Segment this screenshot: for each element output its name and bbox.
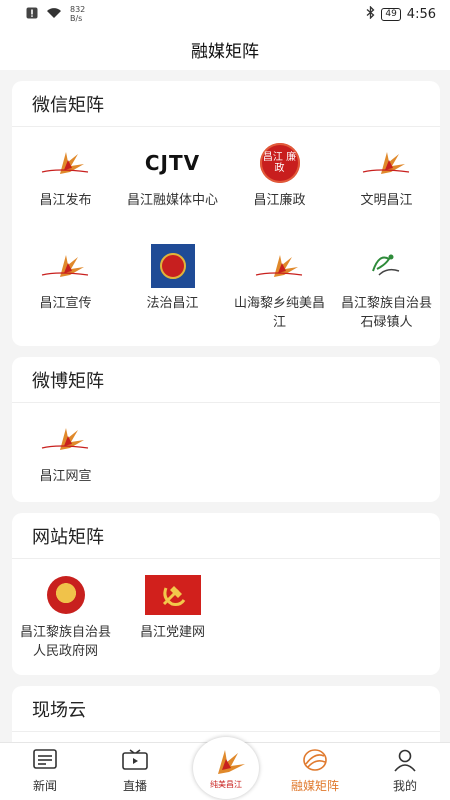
matrix-item-gov-website[interactable]: 昌江黎族自治县人民政府网 [12,569,119,672]
matrix-item-party-website[interactable]: 昌江党建网 [119,569,226,672]
tab-matrix[interactable]: 融媒矩阵 [270,743,360,800]
page-header: 融媒矩阵 [0,28,450,70]
user-icon [392,747,418,773]
section-title-wechat: 微信矩阵 [12,81,440,127]
matrix-item-wenming[interactable]: 文明昌江 [333,137,440,240]
tab-live[interactable]: 直播 [90,743,180,800]
website-matrix-card: 网站矩阵 昌江黎族自治县人民政府网 昌江党建网 [12,513,440,675]
changjiang-logo-icon [36,244,96,288]
weibo-matrix-card: 微博矩阵 昌江网宣 [12,357,440,502]
status-bar: 832 B/s 49 4:56 [0,0,450,28]
changjiang-center-logo-icon: 纯美昌江 [210,750,245,789]
tab-news[interactable]: 新闻 [0,743,90,800]
section-title-website: 网站矩阵 [12,513,440,559]
changjiang-logo-icon [36,417,96,461]
battery-indicator: 49 [381,7,401,21]
shilu-logo-icon [357,244,417,288]
cjtv-logo: CJTV [144,151,201,175]
changjiang-logo-icon [36,141,96,185]
wechat-matrix-card: 微信矩阵 昌江发布 CJTV 昌江融媒体中心 昌江 廉政 昌江廉政 文明昌江 昌… [12,81,440,346]
section-title-weibo: 微博矩阵 [12,357,440,403]
weibo-grid: 昌江网宣 [12,403,440,502]
section-title-live-cloud: 现场云 [12,686,440,732]
svg-text:纯美昌江: 纯美昌江 [210,779,242,789]
changjiang-logo-icon [357,141,417,185]
tab-me[interactable]: 我的 [360,743,450,800]
notification-icon [26,7,38,22]
status-right: 49 4:56 [366,4,436,23]
changjiang-logo-icon [250,244,310,288]
matrix-item-cjtv[interactable]: CJTV 昌江融媒体中心 [119,137,226,240]
net-speed: 832 B/s [70,5,86,23]
live-cloud-card: 现场云 [12,686,440,742]
wechat-grid: 昌江发布 CJTV 昌江融媒体中心 昌江 廉政 昌江廉政 文明昌江 昌江宣传 法… [12,127,440,343]
page-title: 融媒矩阵 [191,41,259,62]
party-emblem-icon [144,575,201,615]
matrix-item-fazhi[interactable]: 法治昌江 [119,240,226,343]
matrix-item-shanhai[interactable]: 山海黎乡纯美昌江 [226,240,333,343]
matrix-item-xuanchuan[interactable]: 昌江宣传 [12,240,119,343]
matrix-item-changjiang-fabu[interactable]: 昌江发布 [12,137,119,240]
matrix-item-shilu[interactable]: 昌江黎族自治县石碌镇人 [333,240,440,343]
tv-icon [122,747,148,773]
bluetooth-icon [366,4,375,23]
website-grid: 昌江黎族自治县人民政府网 昌江党建网 [12,559,440,672]
national-emblem-icon [44,573,88,617]
matrix-item-wangxuan[interactable]: 昌江网宣 [12,413,119,502]
court-emblem-icon [150,244,195,288]
center-home-button[interactable]: 纯美昌江 [193,737,259,799]
lianzheng-seal-logo: 昌江 廉政 [259,143,300,183]
matrix-item-lianzheng[interactable]: 昌江 廉政 昌江廉政 [226,137,333,240]
status-left: 832 B/s [26,5,85,23]
wifi-icon [46,7,62,22]
main-content[interactable]: 微信矩阵 昌江发布 CJTV 昌江融媒体中心 昌江 廉政 昌江廉政 文明昌江 昌… [0,70,450,742]
news-icon [32,747,58,773]
matrix-icon [302,747,328,773]
clock: 4:56 [406,6,436,22]
